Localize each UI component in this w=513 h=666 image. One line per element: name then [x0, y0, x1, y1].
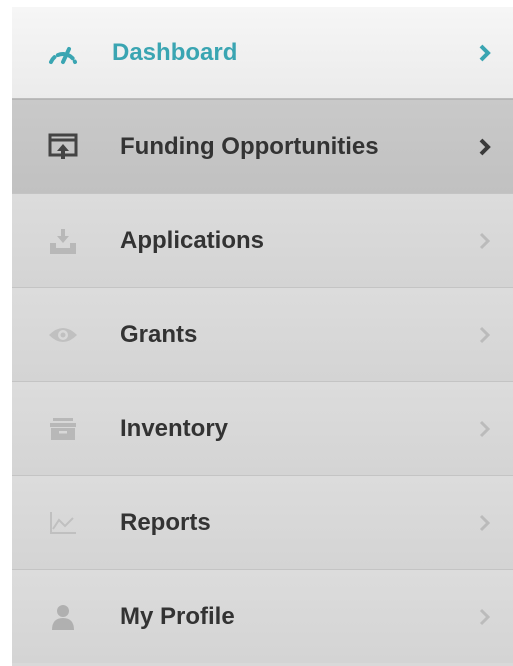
- chevron-right-icon: [475, 323, 495, 347]
- chevron-right-icon: [475, 511, 495, 535]
- speedometer-icon: [46, 36, 80, 70]
- menu-item-label: Reports: [120, 508, 211, 536]
- chevron-right-icon: [475, 135, 495, 159]
- line-chart-icon: [46, 506, 80, 540]
- upload-window-icon: [46, 130, 80, 164]
- download-tray-icon: [46, 224, 80, 258]
- menu-item-label: Applications: [120, 226, 265, 254]
- menu-item-label: Grants: [120, 320, 198, 348]
- archive-box-icon: [46, 412, 80, 446]
- chevron-right-icon: [475, 605, 495, 629]
- menu-item-label: My Profile: [120, 602, 235, 630]
- menu-item-reports[interactable]: Reports: [12, 475, 513, 569]
- chevron-right-icon: [475, 417, 495, 441]
- menu-item-funding-opportunities[interactable]: Funding Opportunities: [12, 99, 513, 193]
- menu-item-label: Inventory: [120, 414, 229, 442]
- menu-item-grants[interactable]: Grants: [12, 287, 513, 381]
- menu-item-inventory[interactable]: Inventory: [12, 381, 513, 475]
- eye-icon: [46, 318, 80, 352]
- chevron-right-icon: [475, 229, 495, 253]
- menu-item-my-profile[interactable]: My Profile: [12, 569, 513, 663]
- user-icon: [46, 600, 80, 634]
- menu-item-label: Dashboard: [112, 38, 238, 66]
- menu-item-applications[interactable]: Applications: [12, 193, 513, 287]
- menu-item-label: Funding Opportunities: [120, 132, 379, 160]
- chevron-right-icon: [475, 41, 495, 65]
- menu-item-dashboard[interactable]: Dashboard: [12, 7, 513, 99]
- sidebar-menu: Dashboard Funding Opportunities Applicat…: [12, 7, 513, 666]
